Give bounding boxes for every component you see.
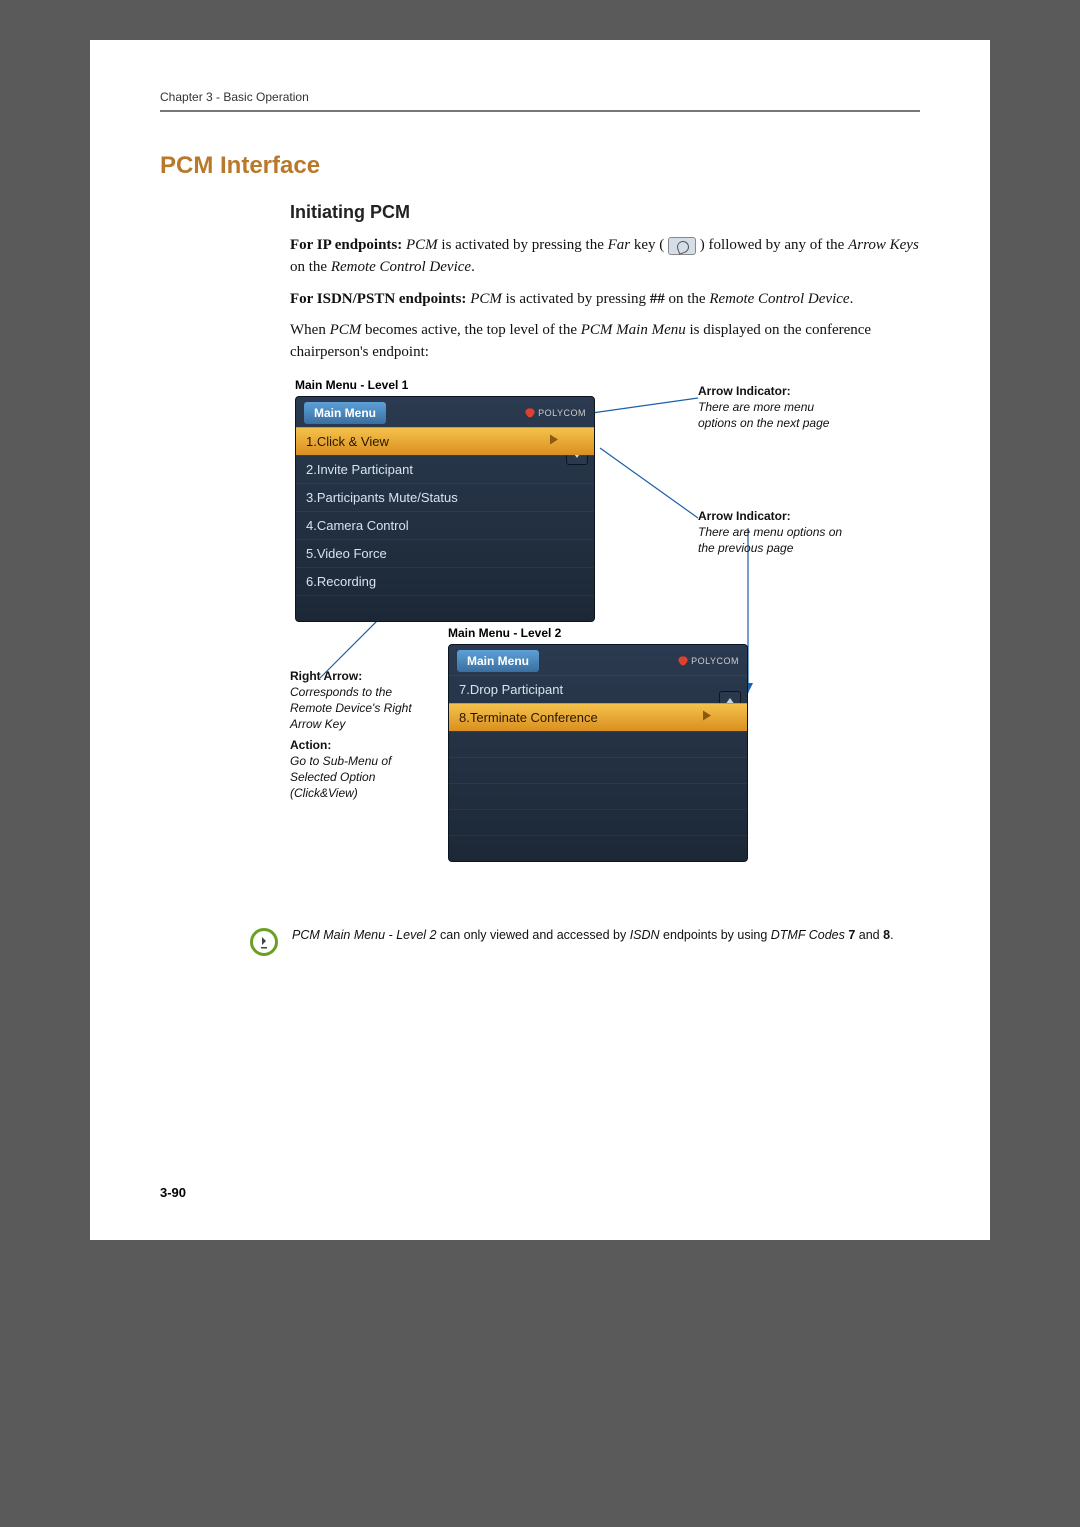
text: .	[471, 259, 475, 275]
text: can only viewed and accessed by	[437, 928, 630, 942]
right-chevron-icon	[701, 710, 713, 725]
menu-item-empty	[449, 783, 747, 809]
menu-item-click-view[interactable]: 1.Click & View	[296, 427, 594, 455]
right-chevron-icon	[548, 434, 560, 449]
callout-title: Action:	[290, 737, 430, 753]
polycom-logo-icon	[678, 656, 688, 666]
text: key (	[630, 237, 668, 253]
text: on the	[290, 259, 331, 275]
callout-text: Go to Sub-Menu of Selected Option (Click…	[290, 753, 430, 802]
callout-right-arrow: Right Arrow: Corresponds to the Remote D…	[290, 668, 430, 802]
callout-text: There are menu options on the previous p…	[698, 524, 848, 556]
paragraph-isdn: For ISDN/PSTN endpoints: PCM is activate…	[290, 289, 920, 311]
text: .	[850, 291, 854, 307]
text: ) followed by any of the	[696, 237, 848, 253]
italic-text: Arrow Keys	[848, 237, 919, 253]
polycom-logo: POLYCOM	[678, 656, 739, 666]
menu-panel-level1: Main Menu POLYCOM 1.Click & View 2.Invit…	[295, 396, 595, 622]
callout-arrow-down: Arrow Indicator: There are more menu opt…	[698, 383, 848, 432]
document-page: Chapter 3 - Basic Operation PCM Interfac…	[90, 40, 990, 1240]
paragraph-ip: For IP endpoints: PCM is activated by pr…	[290, 235, 920, 279]
italic-text: DTMF Codes	[771, 928, 845, 942]
header-rule	[160, 110, 920, 112]
italic-text: ISDN	[630, 928, 660, 942]
menu-title: Main Menu	[457, 650, 539, 672]
callout-title: Right Arrow:	[290, 668, 430, 684]
menu-item-terminate[interactable]: 8.Terminate Conference	[449, 703, 747, 731]
menu-item-drop[interactable]: 7.Drop Participant	[449, 675, 747, 703]
figure-label-level2: Main Menu - Level 2	[448, 626, 561, 640]
italic-text: Far	[608, 237, 631, 253]
note-text: PCM Main Menu - Level 2 can only viewed …	[292, 926, 894, 945]
italic-text: PCM	[402, 237, 437, 253]
note-row: PCM Main Menu - Level 2 can only viewed …	[250, 926, 920, 956]
menu-item-video-force[interactable]: 5.Video Force	[296, 539, 594, 567]
text: .	[890, 928, 893, 942]
text: is activated by pressing	[502, 291, 650, 307]
italic-text: PCM	[466, 291, 501, 307]
text: becomes active, the top level of the	[361, 322, 581, 338]
page-number: 3-90	[160, 1185, 186, 1200]
note-icon	[250, 928, 278, 956]
italic-text: PCM	[330, 322, 362, 338]
bold-label: For ISDN/PSTN endpoints:	[290, 291, 466, 307]
polycom-logo-icon	[525, 408, 535, 418]
text: endpoints by using	[660, 928, 771, 942]
bold-text: 7	[845, 928, 855, 942]
italic-text: Remote Control Device	[331, 259, 471, 275]
bold-text: ##	[650, 291, 665, 307]
logo-text: POLYCOM	[691, 656, 739, 666]
menu-item-recording[interactable]: 6.Recording	[296, 567, 594, 595]
menu-item-label: 8.Terminate Conference	[459, 710, 598, 725]
far-key-icon	[668, 237, 696, 255]
text: When	[290, 322, 330, 338]
menu-panel-level2: Main Menu POLYCOM 7.Drop Participant 8.T…	[448, 644, 748, 862]
menu-item-empty	[449, 757, 747, 783]
menu-item-mute-status[interactable]: 3.Participants Mute/Status	[296, 483, 594, 511]
menu-item-empty	[449, 731, 747, 757]
paragraph-active: When PCM becomes active, the top level o…	[290, 320, 920, 364]
menu-title: Main Menu	[304, 402, 386, 424]
figure-label-level1: Main Menu - Level 1	[295, 378, 408, 392]
bold-label: For IP endpoints:	[290, 237, 402, 253]
chapter-header: Chapter 3 - Basic Operation	[160, 90, 920, 104]
menu-item-invite[interactable]: 2.Invite Participant	[296, 455, 594, 483]
callout-title: Arrow Indicator:	[698, 383, 848, 399]
callout-text: Corresponds to the Remote Device's Right…	[290, 684, 430, 733]
menu-item-camera[interactable]: 4.Camera Control	[296, 511, 594, 539]
polycom-logo: POLYCOM	[525, 408, 586, 418]
text: on the	[665, 291, 710, 307]
italic-text: Remote Control Device	[709, 291, 849, 307]
subsection-title: Initiating PCM	[290, 202, 920, 223]
menu-item-empty	[449, 809, 747, 835]
menu-item-label: 1.Click & View	[306, 434, 389, 449]
body-text: For IP endpoints: PCM is activated by pr…	[290, 235, 920, 364]
callout-title: Arrow Indicator:	[698, 508, 848, 524]
text: and	[855, 928, 883, 942]
italic-text: PCM Main Menu	[581, 322, 686, 338]
italic-text: PCM Main Menu - Level 2	[292, 928, 437, 942]
text: is activated by pressing the	[438, 237, 608, 253]
figure-area: Main Menu - Level 1 Main Menu POLYCOM 1.…	[290, 378, 920, 908]
callout-arrow-up: Arrow Indicator: There are menu options …	[698, 508, 848, 557]
callout-text: There are more menu options on the next …	[698, 399, 848, 431]
logo-text: POLYCOM	[538, 408, 586, 418]
section-title: PCM Interface	[160, 152, 920, 180]
